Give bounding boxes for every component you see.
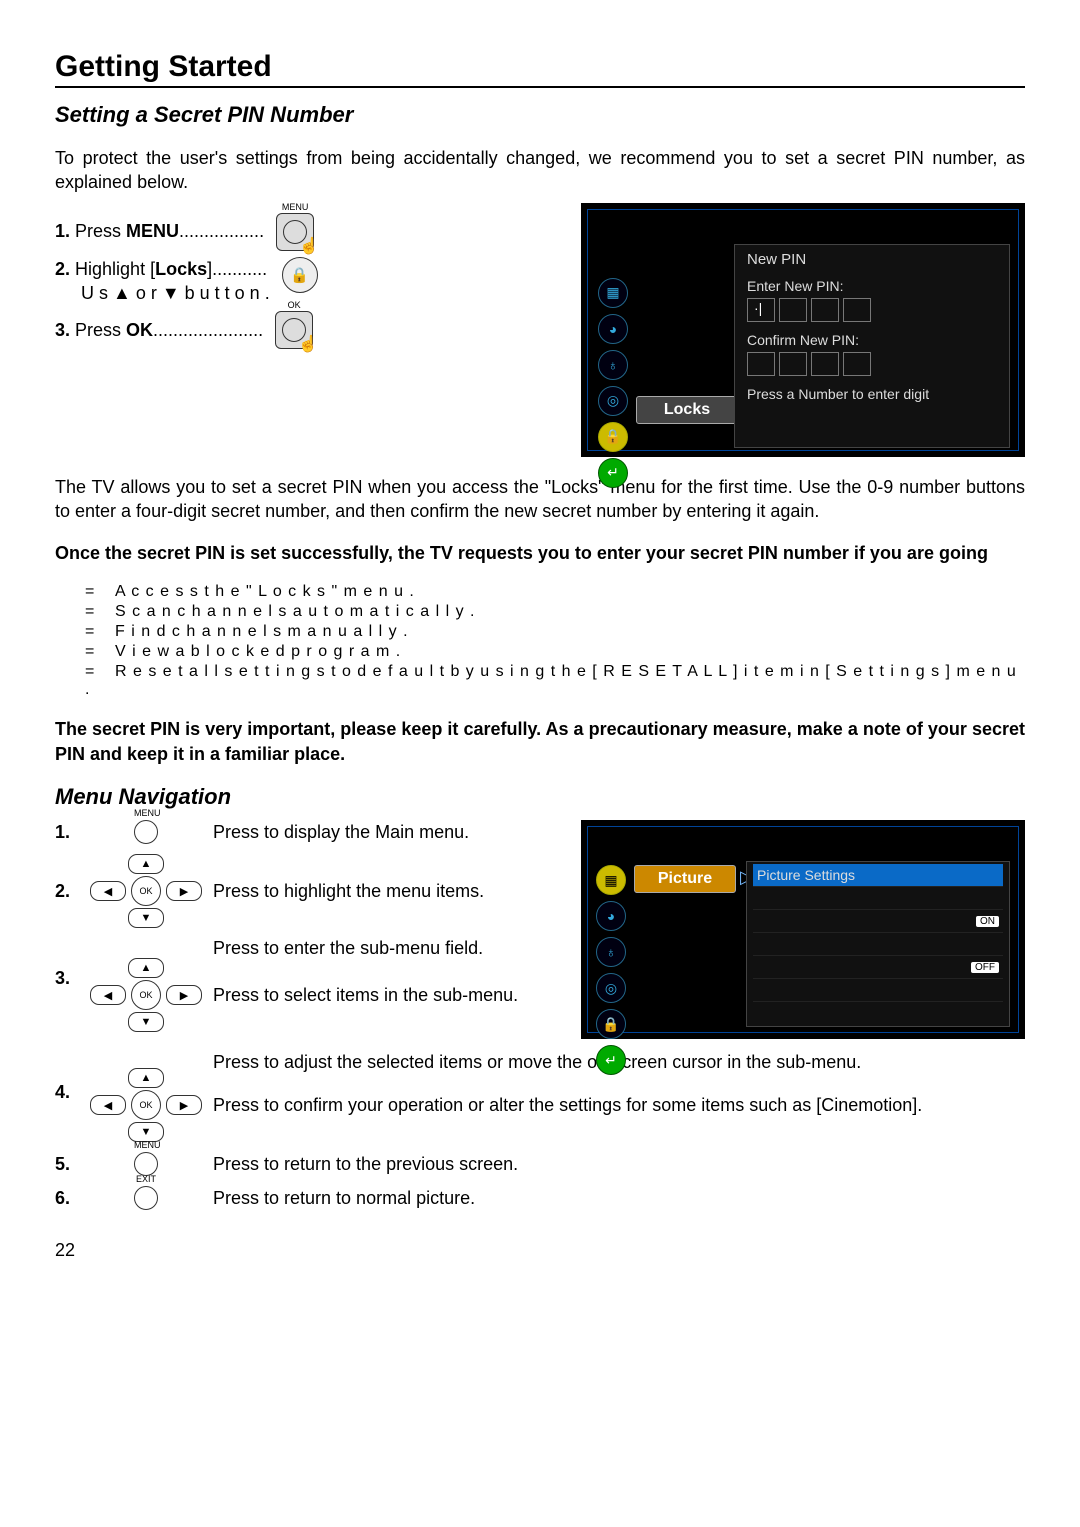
lock-icon: 🔒 xyxy=(282,257,318,293)
picture-screen-illustration: ▦ ◕ ♁ ◎ 🔒 ↵ Picture ▷ Picture Settings O… xyxy=(581,820,1025,1039)
nav-step-3-num: 3. xyxy=(55,968,79,989)
pin-digit-4[interactable] xyxy=(843,298,871,322)
off-badge: OFF xyxy=(971,962,999,973)
step-3: 3. Press OK...................... xyxy=(55,318,263,342)
nav-step-6-text: Press to return to normal picture. xyxy=(213,1188,1025,1209)
pin-hint: Press a Number to enter digit xyxy=(747,386,997,402)
menu-remote-button-return[interactable]: MENU xyxy=(134,1152,158,1176)
dpad-adjust-icon[interactable]: ◀ ▲OK▼ ▶ xyxy=(91,1068,201,1142)
nav-step-6-num: 6. xyxy=(55,1188,79,1209)
nav-step-5-text: Press to return to the previous screen. xyxy=(213,1154,1025,1175)
pin-entry-panel: New PIN Enter New PIN: ·| Confirm New PI… xyxy=(734,244,1010,448)
pin-digit-3[interactable] xyxy=(811,298,839,322)
step-1: 1. Press MENU................. xyxy=(55,219,264,243)
nav-step-3-text: Press to enter the sub-menu field. Press… xyxy=(213,938,571,1006)
step-2: 2. Highlight [Locks]........... U s ▲ o … xyxy=(55,257,270,306)
enter-new-pin-label: Enter New PIN: xyxy=(747,278,997,294)
page-title: Getting Started xyxy=(55,50,1025,88)
confirm-new-pin-label: Confirm New PIN: xyxy=(747,332,997,348)
locks-label: Locks xyxy=(636,396,738,424)
menu-remote-button[interactable]: MENU xyxy=(134,820,158,844)
page-number: 22 xyxy=(55,1240,1025,1261)
menu-locks-icon-2: 🔒 xyxy=(596,1009,626,1039)
menu-settings-icon-2: ◎ xyxy=(596,973,626,1003)
dpad-highlight-icon[interactable]: ◀ ▲OK▼ ▶ xyxy=(91,854,201,928)
menu-channel-icon: ♁ xyxy=(598,350,628,380)
pin-confirm-1[interactable] xyxy=(747,352,775,376)
nav-step-1-text: Press to display the Main menu. xyxy=(213,822,571,843)
exit-remote-button[interactable]: EXIT xyxy=(134,1186,158,1210)
intro-paragraph: To protect the user's settings from bein… xyxy=(55,146,1025,195)
menu-picture-icon: ▦ xyxy=(598,278,628,308)
pin-confirm-2[interactable] xyxy=(779,352,807,376)
pin-digit-1[interactable]: ·| xyxy=(747,298,775,322)
pin-note-warning: The secret PIN is very important, please… xyxy=(55,717,1025,766)
on-badge: ON xyxy=(976,916,999,927)
menu-settings-icon: ◎ xyxy=(598,386,628,416)
pin-body-1: The TV allows you to set a secret PIN wh… xyxy=(55,475,1025,524)
menu-button-icon[interactable]: MENU☝ xyxy=(276,213,314,251)
ok-button-icon[interactable]: OK☝ xyxy=(275,311,313,349)
menu-locks-icon: 🔒 xyxy=(598,422,628,452)
pin-confirm-4[interactable] xyxy=(843,352,871,376)
menu-sound-icon-2: ◕ xyxy=(596,901,626,931)
pin-confirm-3[interactable] xyxy=(811,352,839,376)
menu-last-icon-2: ↵ xyxy=(596,1045,626,1075)
picture-settings-item[interactable]: Picture Settings xyxy=(757,867,855,883)
new-pin-title: New PIN xyxy=(747,251,997,268)
menu-picture-icon-2: ▦ xyxy=(596,865,626,895)
nav-step-2-text: Press to highlight the menu items. xyxy=(213,881,571,902)
restricted-actions-list: =A c c e s s t h e " L o c k s " m e n u… xyxy=(85,583,1025,699)
menu-sound-icon: ◕ xyxy=(598,314,628,344)
section-menu-nav-title: Menu Navigation xyxy=(55,784,1025,810)
menu-channel-icon-2: ♁ xyxy=(596,937,626,967)
pin-note-intro: Once the secret PIN is set successfully,… xyxy=(55,541,1025,565)
pin-digit-2[interactable] xyxy=(779,298,807,322)
locks-screen-illustration: ▦ ◕ ♁ ◎ 🔒 ↵ Locks New PIN Enter New PIN:… xyxy=(581,203,1025,457)
picture-label: Picture xyxy=(634,865,736,893)
picture-sub-panel: Picture Settings ON OFF xyxy=(746,861,1010,1027)
nav-step-4-num: 4. xyxy=(55,1082,79,1103)
nav-step-5-num: 5. xyxy=(55,1154,79,1175)
nav-step-2-num: 2. xyxy=(55,881,79,902)
nav-step-1-num: 1. xyxy=(55,822,79,843)
menu-last-icon: ↵ xyxy=(598,458,628,488)
dpad-submenu-icon[interactable]: ◀ ▲OK▼ ▶ xyxy=(91,958,201,1032)
section-pin-title: Setting a Secret PIN Number xyxy=(55,102,1025,128)
